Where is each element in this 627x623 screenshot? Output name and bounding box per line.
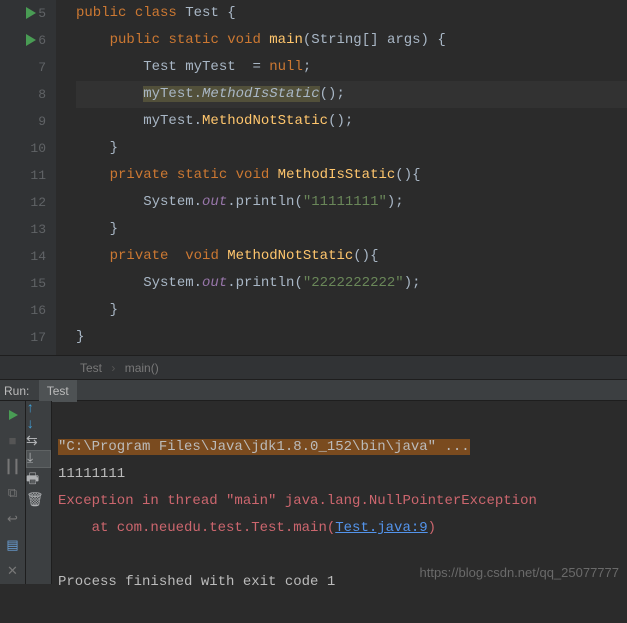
stacktrace-link[interactable]: Test.java:9 <box>335 520 427 536</box>
run-gutter-icon[interactable] <box>26 34 36 46</box>
code-editor[interactable]: 567891011121314151617 public class Test … <box>0 0 627 355</box>
wrap-icon[interactable]: ⇆ <box>26 433 51 450</box>
gutter-line[interactable]: 7 <box>0 54 46 81</box>
dump-icon[interactable]: ⧉ <box>1 481 25 505</box>
console-stdout-line: 11111111 <box>58 466 125 482</box>
print-icon[interactable]: 🖶 <box>26 468 51 492</box>
console-output[interactable]: "C:\Program Files\Java\jdk1.8.0_152\bin\… <box>52 401 627 584</box>
gutter-line[interactable]: 16 <box>0 297 46 324</box>
gutter-line[interactable]: 14 <box>0 243 46 270</box>
line-gutter: 567891011121314151617 <box>0 0 56 355</box>
scroll-to-end-icon[interactable]: ⤓ <box>26 450 51 468</box>
gutter-line[interactable]: 15 <box>0 270 46 297</box>
console-stacktrace-prefix: at com.neuedu.test.Test.main( <box>58 520 335 536</box>
pin-icon[interactable]: ✕ <box>1 559 25 583</box>
console-panel: ■ ┃┃ ⧉ ↩ ▤ ✕ ↑ ↓ ⇆ ⤓ 🖶 🗑 "C:\Program Fil… <box>0 401 627 584</box>
gutter-line[interactable]: 10 <box>0 135 46 162</box>
gutter-line[interactable]: 8 <box>0 81 46 108</box>
run-tool-column-2: ↑ ↓ ⇆ ⤓ 🖶 🗑 <box>26 401 52 584</box>
code-line[interactable]: private static void MethodIsStatic(){ <box>76 162 627 189</box>
code-area[interactable]: public class Test { public static void m… <box>56 0 627 355</box>
run-tab-active[interactable]: Test <box>39 380 77 402</box>
gutter-line[interactable]: 9 <box>0 108 46 135</box>
gutter-line[interactable]: 12 <box>0 189 46 216</box>
code-line[interactable]: Test myTest = null; <box>76 54 627 81</box>
code-line[interactable]: System.out.println("2222222222"); <box>76 270 627 297</box>
stop-icon[interactable]: ■ <box>1 429 25 453</box>
gutter-line[interactable]: 11 <box>0 162 46 189</box>
run-label: Run: <box>4 384 29 398</box>
layout-icon[interactable]: ▤ <box>1 533 25 557</box>
console-stacktrace-suffix: ) <box>428 520 436 536</box>
code-line[interactable]: public class Test { <box>76 0 627 27</box>
restore-icon[interactable]: ↩ <box>1 507 25 531</box>
breadcrumb-method[interactable]: main() <box>125 361 159 375</box>
gutter-line[interactable]: 17 <box>0 324 46 351</box>
code-line[interactable]: myTest.MethodNotStatic(); <box>76 108 627 135</box>
code-line[interactable]: } <box>76 324 627 351</box>
watermark: https://blog.csdn.net/qq_25077777 <box>420 565 620 580</box>
rerun-icon[interactable] <box>1 403 25 427</box>
pause-icon[interactable]: ┃┃ <box>1 455 25 479</box>
console-exit-line: Process finished with exit code 1 <box>58 574 335 590</box>
run-tool-column-1: ■ ┃┃ ⧉ ↩ ▤ ✕ <box>0 401 26 584</box>
breadcrumb[interactable]: Test › main() <box>0 355 627 379</box>
run-toolwindow-header[interactable]: Run: Test <box>0 379 627 401</box>
code-line[interactable]: } <box>76 297 627 324</box>
run-gutter-icon[interactable] <box>26 7 36 19</box>
code-line[interactable]: myTest.MethodIsStatic(); <box>76 81 627 108</box>
code-line[interactable]: } <box>76 135 627 162</box>
down-stack-icon[interactable]: ↓ <box>26 417 51 433</box>
breadcrumb-sep: › <box>111 361 115 375</box>
code-line[interactable]: public static void main(String[] args) { <box>76 27 627 54</box>
gutter-line[interactable]: 5 <box>0 0 46 27</box>
console-command: "C:\Program Files\Java\jdk1.8.0_152\bin\… <box>58 439 470 455</box>
clear-icon[interactable]: 🗑 <box>26 492 51 509</box>
up-stack-icon[interactable]: ↑ <box>26 401 51 417</box>
code-line[interactable]: private void MethodNotStatic(){ <box>76 243 627 270</box>
gutter-line[interactable]: 13 <box>0 216 46 243</box>
code-line[interactable]: System.out.println("11111111"); <box>76 189 627 216</box>
breadcrumb-class[interactable]: Test <box>80 361 102 375</box>
console-stderr-line: Exception in thread "main" java.lang.Nul… <box>58 493 537 509</box>
gutter-line[interactable]: 6 <box>0 27 46 54</box>
code-line[interactable]: } <box>76 216 627 243</box>
